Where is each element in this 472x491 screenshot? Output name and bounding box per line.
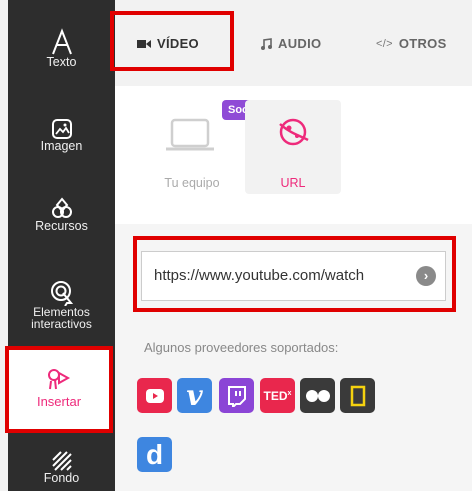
panel-bottom xyxy=(115,480,472,491)
vimeo-icon: v xyxy=(177,378,212,413)
source-selector: Soon Tu equipo URL xyxy=(115,86,472,224)
sidebar-item-label: Texto xyxy=(46,55,77,69)
tab-otros[interactable]: </> OTROS xyxy=(376,36,447,51)
tab-video[interactable]: VÍDEO xyxy=(137,36,199,51)
code-icon: </> xyxy=(376,37,393,50)
sidebar-item-label: Elementos interactivos xyxy=(31,305,92,331)
tab-label: OTROS xyxy=(398,36,447,51)
url-input[interactable]: https://www.youtube.com/watch xyxy=(154,267,409,284)
sidebar-item-insertar[interactable]: Insertar xyxy=(7,347,111,431)
tab-label: VÍDEO xyxy=(157,36,199,51)
url-field[interactable]: https://www.youtube.com/watch › xyxy=(141,251,446,301)
background-icon xyxy=(51,451,72,471)
url-globe-icon xyxy=(279,118,309,146)
text-icon xyxy=(51,28,72,55)
source-url[interactable]: URL xyxy=(245,100,341,194)
source-computer[interactable]: Soon Tu equipo xyxy=(144,100,262,194)
resources-icon xyxy=(51,197,72,218)
providers-label: Algunos proveedores soportados: xyxy=(144,340,339,355)
tab-audio[interactable]: AUDIO xyxy=(260,36,321,51)
laptop-icon xyxy=(166,118,214,151)
sidebar-item-label: Insertar xyxy=(36,394,82,409)
source-url-label: URL xyxy=(280,176,306,190)
sidebar-item-texto[interactable]: Texto xyxy=(8,28,115,88)
sidebar-item-label: Imagen xyxy=(40,139,83,153)
insert-icon xyxy=(48,369,71,390)
dailymotion-icon: d xyxy=(137,437,172,472)
sidebar-item-elementos-interactivos[interactable]: Elementos interactivos xyxy=(8,280,115,342)
sidebar-item-fondo[interactable]: Fondo xyxy=(8,450,115,491)
sidebar-item-recursos[interactable]: Recursos xyxy=(8,196,115,251)
music-note-icon xyxy=(261,37,272,50)
video-camera-icon xyxy=(137,39,151,48)
submit-url-button[interactable]: › xyxy=(416,266,436,286)
interactive-elements-icon xyxy=(50,281,73,306)
image-icon xyxy=(51,119,72,139)
ted-icon: TEDx xyxy=(260,378,295,413)
flickr-icon xyxy=(300,378,335,413)
youtube-icon xyxy=(137,378,172,413)
national-geographic-icon xyxy=(340,378,375,413)
sidebar-item-label: Recursos xyxy=(35,219,88,233)
sidebar-item-imagen[interactable]: Imagen xyxy=(8,118,115,173)
tab-label: AUDIO xyxy=(278,36,322,51)
twitch-icon xyxy=(219,378,254,413)
sidebar-item-label: Fondo xyxy=(43,471,80,485)
source-computer-label: Tu equipo xyxy=(164,176,220,190)
